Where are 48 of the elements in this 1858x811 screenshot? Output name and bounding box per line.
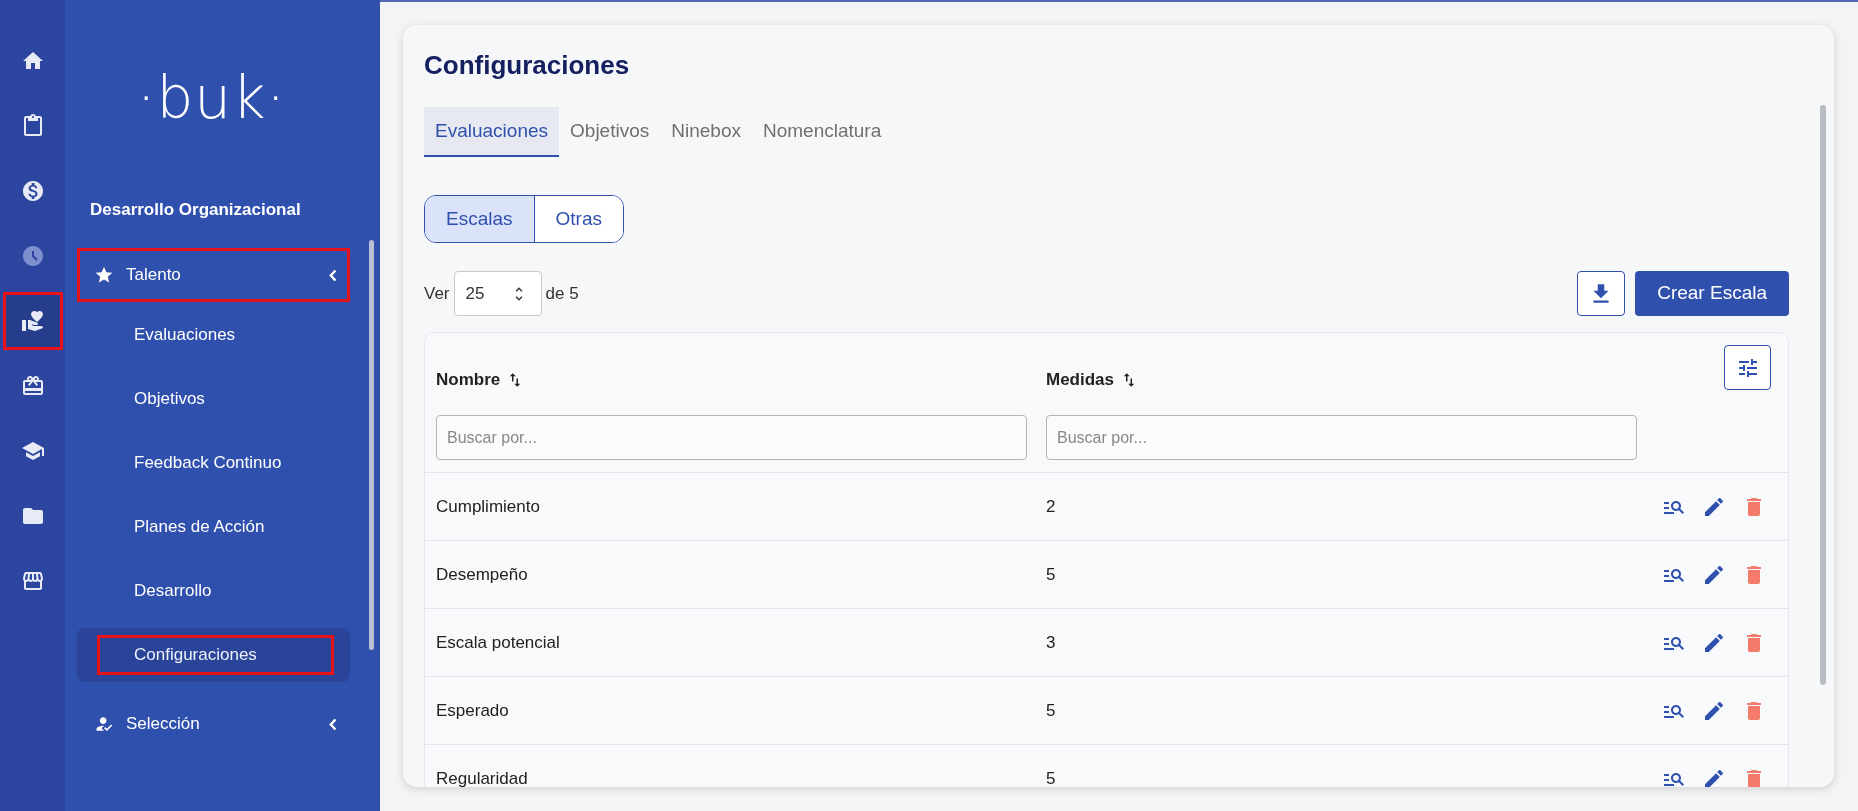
page-size-select[interactable]: 25: [453, 271, 542, 316]
table-cell-text: 5: [1046, 767, 1057, 787]
graduation-cap-icon: [20, 439, 45, 463]
table-cell-text: Esperado: [436, 699, 510, 722]
download-button[interactable]: [1577, 271, 1626, 316]
page-size-label: Ver: [424, 282, 450, 305]
filter-field[interactable]: Buscar por...: [436, 415, 1027, 460]
create-scale-button[interactable]: Crear Escala: [1635, 271, 1789, 316]
logo: ·buk·: [136, 68, 286, 127]
table-cell-text: 3: [1046, 631, 1057, 654]
gift-icon: [20, 374, 45, 398]
sidebar-group[interactable]: Talento: [77, 248, 350, 302]
table-cell-text: Escala potencial: [436, 631, 561, 654]
section-title: Desarrollo Organizacional: [90, 199, 301, 222]
star-icon: [94, 265, 114, 285]
table-cell-text: 2: [1046, 495, 1057, 518]
table-cell-text: Desempeño: [436, 563, 529, 586]
hand-heart-icon: [20, 309, 45, 333]
filter-field[interactable]: Buscar por...: [1046, 415, 1637, 460]
sidebar-item[interactable]: Desarrollo: [77, 564, 350, 618]
rail-button[interactable]: [2, 292, 63, 350]
chevron-icon: [329, 717, 337, 731]
tab[interactable]: Evaluaciones: [424, 107, 560, 157]
table-cell-text: Regularidad: [436, 767, 529, 787]
store-icon: [20, 569, 45, 593]
person-check-icon: [94, 714, 114, 734]
column-header[interactable]: Medidas: [1046, 367, 1115, 393]
sidebar-item[interactable]: Objetivos: [77, 372, 350, 426]
sidebar-group[interactable]: Selección: [77, 697, 350, 751]
clock-icon: [20, 244, 45, 268]
sidebar-item[interactable]: Planes de Acción: [77, 500, 350, 554]
segment-button[interactable]: Escalas: [425, 196, 534, 242]
tab[interactable]: Nomenclatura: [751, 107, 893, 157]
tab[interactable]: Objetivos: [559, 107, 661, 157]
dollar-coin-icon: [20, 179, 45, 203]
sidebar-item[interactable]: Evaluaciones: [77, 308, 350, 362]
segment-button[interactable]: Otras: [533, 196, 623, 242]
sidebar-item[interactable]: Configuraciones: [77, 628, 350, 682]
page-title: Configuraciones: [424, 49, 631, 82]
tab[interactable]: Ninebox: [660, 107, 752, 157]
sidebar-item[interactable]: Feedback Continuo: [77, 436, 350, 490]
chevron-icon: [329, 268, 337, 282]
table-cell-text: 5: [1046, 563, 1057, 586]
columns-settings-button[interactable]: [1724, 345, 1771, 390]
page-count-label: de 5: [545, 282, 579, 305]
table-cell-text: 5: [1046, 699, 1057, 722]
column-header[interactable]: Nombre: [436, 367, 501, 393]
table-cell-text: Cumplimiento: [436, 495, 541, 518]
